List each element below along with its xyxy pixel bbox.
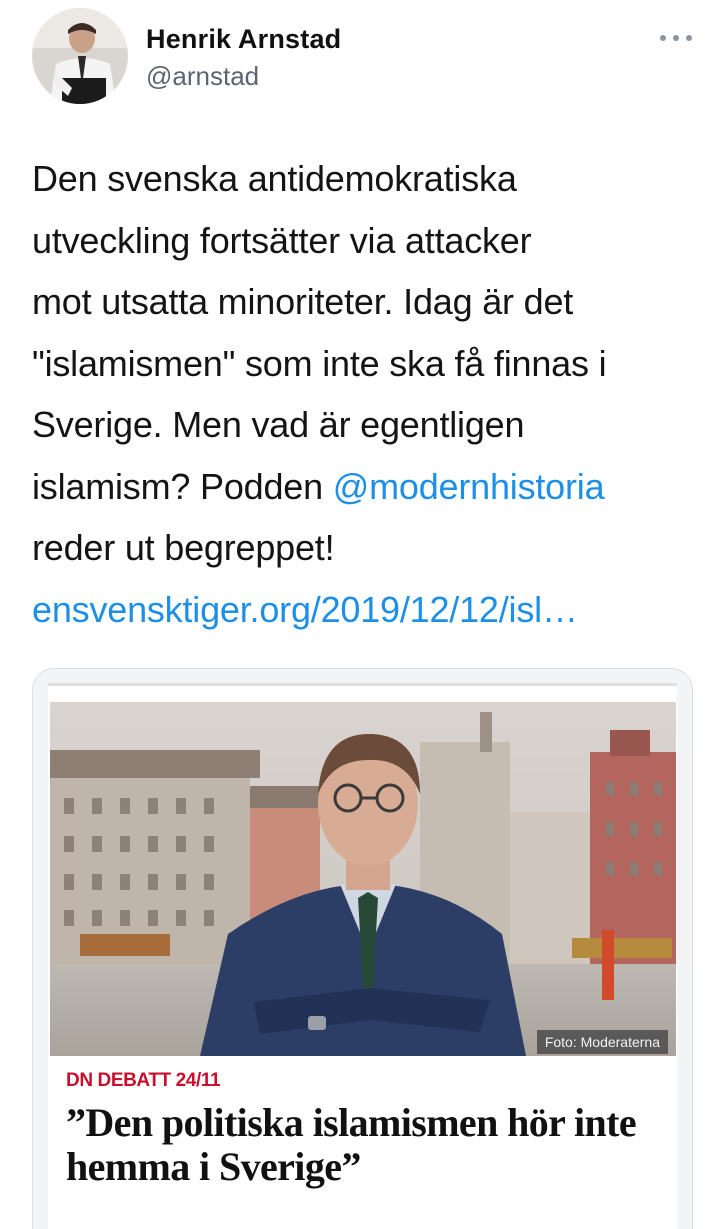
tweet-text-line: ensvensktiger.org/2019/12/12/isl…	[32, 579, 712, 641]
tweet-text-line: Sverige. Men vad är egentligen	[32, 404, 525, 445]
username-handle[interactable]: @arnstad	[146, 61, 259, 92]
more-options-icon[interactable]	[660, 22, 692, 54]
tweet-text-line: utveckling fortsätter via attacker	[32, 219, 532, 261]
tweet-text: Den svenska antidemokratiska utveckling …	[32, 148, 712, 640]
display-name[interactable]: Henrik Arnstad	[146, 24, 341, 55]
tweet-text-line: "islamismen" som inte ska få finnas i	[32, 342, 607, 384]
divider	[48, 683, 677, 686]
link-preview-card[interactable]: Foto: Moderaterna DN DEBATT 24/11 ”Den p…	[32, 668, 693, 1229]
tweet-text-line: reder ut begreppet!	[32, 527, 335, 568]
avatar[interactable]	[32, 8, 128, 104]
mention-link[interactable]: @modernhistoria	[333, 466, 605, 507]
article-headline[interactable]: ”Den politiska islamismen hör inte hemma…	[66, 1101, 666, 1189]
url-link[interactable]: ensvensktiger.org/2019/12/12/isl…	[32, 589, 578, 630]
tweet-text-segment: islamism? Podden	[32, 465, 333, 507]
card-content: Foto: Moderaterna DN DEBATT 24/11 ”Den p…	[48, 683, 677, 1229]
tweet-text-line: islamism? Podden @modernhistoria	[32, 456, 712, 518]
tweet-text-line: Den svenska antidemokratiska	[32, 158, 517, 199]
article-kicker: DN DEBATT 24/11	[66, 1070, 221, 1091]
tweet-text-line: mot utsatta minoriteter. Idag är det	[32, 281, 574, 322]
photo-credit: Foto: Moderaterna	[536, 1030, 668, 1054]
card-image: Foto: Moderaterna	[50, 702, 676, 1056]
tweet: Henrik Arnstad @arnstad Den svenska anti…	[0, 0, 723, 1229]
